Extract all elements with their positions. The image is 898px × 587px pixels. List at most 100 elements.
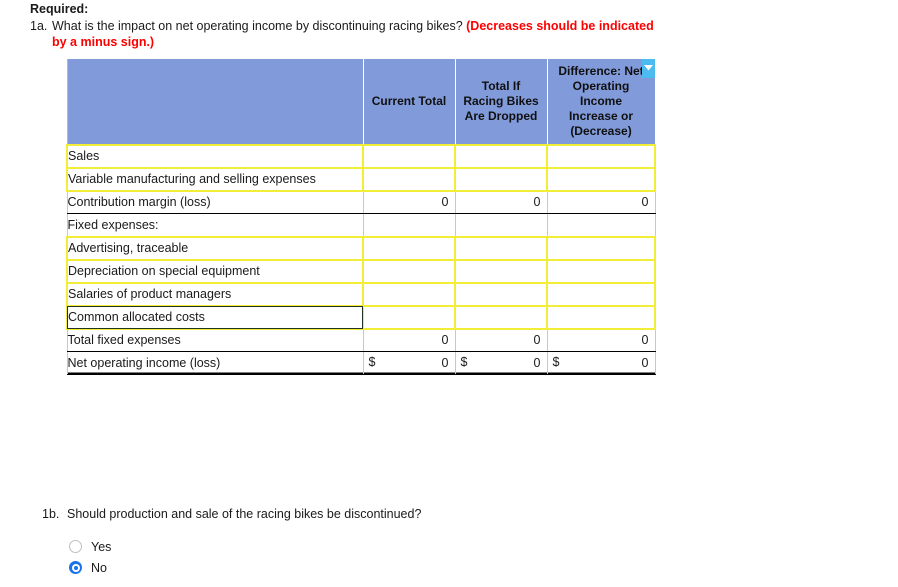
value-text: 0 [641, 355, 649, 370]
value-cell-difference: $0 [546, 351, 656, 375]
row-label-text: Depreciation on special equipment [68, 264, 260, 278]
header-total-if-dropped-line3: Are Dropped [464, 108, 538, 123]
currency-symbol: $ [460, 355, 468, 369]
row-label-cell[interactable]: Salaries of product managers [66, 281, 363, 307]
question-1b-section: 1b. Should production and sale of the ra… [42, 505, 642, 578]
worksheet-table: Current Total Total If Racing Bikes Are … [66, 58, 656, 375]
row-label-text: Fixed expenses: [67, 217, 159, 232]
header-blank [66, 58, 364, 145]
radio-button-icon[interactable] [69, 561, 82, 574]
radio-option-label: Yes [91, 539, 112, 554]
row-label-cell[interactable]: Common allocated costs [66, 58, 655, 330]
value-cell-difference[interactable] [546, 166, 656, 192]
row-label-cell: Fixed expenses: [66, 213, 363, 237]
question-1b-number: 1b. [42, 507, 60, 521]
row-label-text: Contribution margin (loss) [67, 195, 211, 210]
value-cell-difference[interactable] [546, 258, 656, 284]
question-1a-number: 1a. [30, 19, 48, 33]
header-difference-line1: Difference: Net [558, 63, 644, 78]
row-label-cell: Contribution margin (loss) [66, 190, 363, 214]
value-cell-current [362, 213, 456, 237]
header-difference-line5: (Decrease) [570, 123, 632, 138]
radio-option-no[interactable]: No [69, 557, 642, 578]
header-difference-line3: Income [579, 93, 622, 108]
question-1a-body: What is the impact on net operating inco… [52, 18, 670, 50]
value-text: 0 [441, 355, 449, 370]
radio-option-label: No [91, 560, 107, 575]
table-row: Net operating income (loss) $0 $0 $0 [66, 351, 656, 375]
header-total-if-dropped: Total If Racing Bikes Are Dropped [454, 58, 548, 145]
value-text: 0 [533, 194, 541, 209]
value-cell-difference[interactable] [546, 143, 656, 169]
row-label-cell: Net operating income (loss) [66, 351, 363, 375]
value-cell-dropped[interactable] [454, 166, 548, 192]
value-text: 0 [441, 332, 449, 347]
row-label-text: Net operating income (loss) [67, 356, 221, 370]
value-text: 0 [533, 332, 541, 347]
value-cell-dropped[interactable] [454, 281, 548, 307]
value-text: 0 [641, 194, 649, 209]
value-cell-difference: 0 [546, 190, 656, 214]
value-cell-dropped: 0 [454, 328, 548, 352]
value-cell-current[interactable] [362, 304, 456, 330]
currency-symbol: $ [552, 355, 560, 369]
table-row: Sales [66, 143, 656, 169]
table-header: Current Total Total If Racing Bikes Are … [66, 58, 656, 145]
row-label-cell: Total fixed expenses [66, 328, 363, 352]
radio-button-icon[interactable] [69, 540, 82, 553]
value-cell-current[interactable] [362, 235, 456, 261]
table-row: Advertising, traceable [66, 235, 656, 261]
table-row: Total fixed expenses 0 0 0 [66, 328, 656, 352]
row-label-text: Sales [68, 149, 100, 163]
value-cell-current: 0 [362, 328, 456, 352]
row-label-cell[interactable]: Advertising, traceable [66, 235, 363, 261]
value-cell-difference[interactable] [546, 281, 656, 307]
required-heading: Required: [30, 2, 89, 16]
discontinue-radio-group[interactable]: Yes No [69, 536, 642, 578]
row-label-text: Common allocated costs [68, 310, 205, 324]
radio-option-yes[interactable]: Yes [69, 536, 642, 557]
chevron-down-icon[interactable] [642, 58, 655, 78]
table-row: Common allocated costs [66, 58, 656, 330]
value-cell-dropped[interactable] [454, 304, 548, 330]
row-label-cell[interactable]: Variable manufacturing and selling expen… [66, 166, 363, 192]
header-difference: Difference: Net Operating Income Increas… [546, 58, 656, 145]
currency-symbol: $ [368, 355, 376, 369]
table-row: Variable manufacturing and selling expen… [66, 166, 656, 192]
value-cell-current[interactable] [362, 166, 456, 192]
question-1b: 1b. Should production and sale of the ra… [42, 506, 642, 523]
value-cell-current: $0 [362, 351, 456, 375]
value-text: 0 [533, 355, 541, 370]
value-cell-dropped[interactable] [454, 235, 548, 261]
value-cell-difference: 0 [546, 328, 656, 352]
required-section: Required: 1a. What is the impact on net … [30, 2, 670, 50]
question-1b-text: Should production and sale of the racing… [67, 507, 422, 521]
header-difference-line4: Increase or [568, 108, 634, 123]
table-row: Fixed expenses: [66, 213, 656, 237]
value-cell-dropped [454, 213, 548, 237]
value-cell-dropped[interactable] [454, 258, 548, 284]
header-current-total: Current Total [362, 58, 456, 145]
table-body: Sales Variable manufacturing and selling … [66, 58, 656, 375]
row-label-text: Total fixed expenses [67, 333, 181, 348]
value-cell-difference[interactable] [546, 235, 656, 261]
row-label-text: Advertising, traceable [68, 241, 189, 255]
row-label-cell[interactable]: Depreciation on special equipment [66, 258, 363, 284]
header-difference-line2: Operating [572, 78, 630, 93]
value-cell-current[interactable] [362, 258, 456, 284]
row-label-cell[interactable]: Sales [66, 143, 363, 169]
header-total-if-dropped-line2: Racing Bikes [463, 93, 539, 108]
value-cell-dropped: $0 [454, 351, 548, 375]
value-cell-current[interactable] [362, 281, 456, 307]
value-cell-dropped[interactable] [454, 143, 548, 169]
value-cell-difference [546, 213, 656, 237]
question-1a-text: What is the impact on net operating inco… [52, 19, 463, 33]
value-text: 0 [641, 332, 649, 347]
table-row: Depreciation on special equipment [66, 258, 656, 284]
value-cell-difference[interactable] [546, 304, 656, 330]
table-row: Salaries of product managers [66, 281, 656, 307]
row-label-text: Salaries of product managers [68, 287, 232, 301]
value-cell-current: 0 [362, 190, 456, 214]
value-text: 0 [441, 194, 449, 209]
value-cell-current[interactable] [362, 143, 456, 169]
